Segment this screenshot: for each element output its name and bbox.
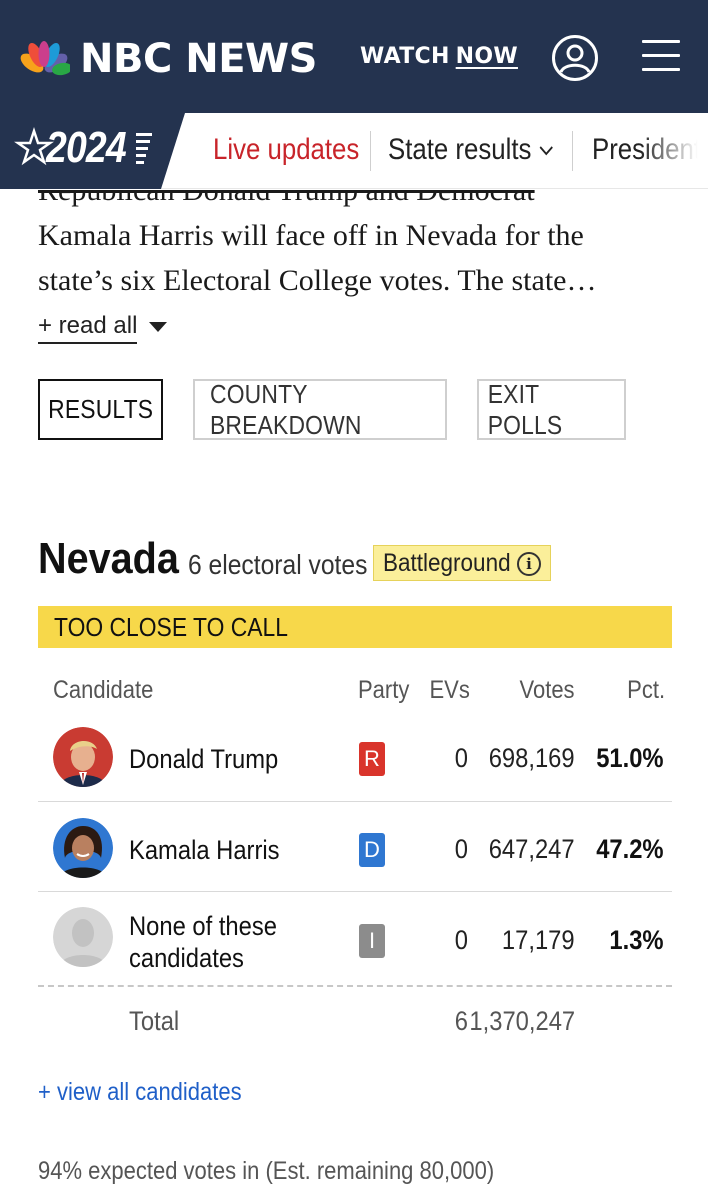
votes-value: 647,247 xyxy=(489,834,575,864)
user-circle-icon[interactable] xyxy=(551,34,599,82)
watch-now-label: NOW xyxy=(455,44,518,69)
expected-votes-note: 94% expected votes in (Est. remaining 80… xyxy=(38,1157,556,1186)
candidate-name-line1: None of these xyxy=(129,911,277,941)
state-name: Nevada xyxy=(38,534,179,583)
info-icon[interactable]: i xyxy=(517,552,541,576)
evs-value: 0 xyxy=(454,925,468,955)
view-all-label: + view all candidates xyxy=(38,1078,242,1106)
hamburger-menu-icon[interactable] xyxy=(642,40,680,72)
nav-separator xyxy=(370,131,371,171)
header-pct-label: Pct. xyxy=(627,676,665,704)
candidate-evs: 0 xyxy=(420,925,468,956)
chevron-down-icon xyxy=(539,146,553,156)
tab-results[interactable]: RESULTS xyxy=(38,379,163,440)
pct-value: 51.0% xyxy=(596,743,664,773)
tab-county-breakdown[interactable]: COUNTY BREAKDOWN xyxy=(193,379,447,440)
candidate-name-label: Kamala Harris xyxy=(129,835,280,865)
nav-state-results-label: State results xyxy=(388,133,532,166)
votes-value: 17,179 xyxy=(502,925,575,955)
party-badge-democrat: D xyxy=(359,833,385,867)
read-all-link[interactable]: + read all xyxy=(38,312,168,344)
intro-line-1: Republican Donald Trump and Democrat xyxy=(38,190,535,207)
watch-label: WATCH xyxy=(360,44,450,69)
read-all-label: + read all xyxy=(38,312,138,344)
expected-votes-label: 94% expected votes in (Est. remaining 80… xyxy=(38,1157,495,1185)
peacock-icon xyxy=(20,41,70,76)
electoral-votes: 6 electoral votes xyxy=(188,549,368,580)
nav-state-results[interactable]: State results xyxy=(388,133,554,167)
total-label: Total xyxy=(129,1006,186,1037)
tab-exit-polls[interactable]: EXIT POLLS xyxy=(477,379,626,440)
header-candidate-label: Candidate xyxy=(53,676,154,704)
candidate-votes: 647,247 xyxy=(470,834,575,865)
race-status-banner: TOO CLOSE TO CALL xyxy=(38,606,672,648)
header-votes: Votes xyxy=(480,676,575,705)
party-badge-republican: R xyxy=(359,742,385,776)
tab-exit-polls-label: EXIT POLLS xyxy=(487,378,563,440)
header-evs-label: EVs xyxy=(429,676,470,704)
candidate-name-line2: candidates xyxy=(129,943,244,973)
candidate-votes: 698,169 xyxy=(470,743,575,774)
nav-fade xyxy=(640,114,708,188)
total-votes-value: 1,370,247 xyxy=(469,1006,575,1036)
header-party-label: Party xyxy=(358,676,410,704)
evs-value: 0 xyxy=(454,834,468,864)
evs-value: 0 xyxy=(454,743,468,773)
caret-down-icon xyxy=(149,321,168,332)
candidate-avatar-trump xyxy=(53,727,113,787)
candidate-name: Kamala Harris xyxy=(129,834,300,866)
candidate-pct: 47.2% xyxy=(580,834,664,865)
race-status-label: TOO CLOSE TO CALL xyxy=(54,611,288,642)
candidate-pct: 51.0% xyxy=(580,743,664,774)
candidate-name-label: Donald Trump xyxy=(129,744,279,774)
votes-value: 698,169 xyxy=(489,743,575,773)
candidate-evs: 0 xyxy=(420,834,468,865)
tab-county-breakdown-label: COUNTY BREAKDOWN xyxy=(210,378,362,440)
battleground-badge[interactable]: Battleground i xyxy=(373,545,551,581)
nav-separator xyxy=(572,131,573,171)
candidate-evs: 0 xyxy=(420,743,468,774)
article-intro: Republican Donald Trump and Democrat Kam… xyxy=(38,190,678,300)
candidate-pct: 1.3% xyxy=(580,925,664,956)
badge-year: 2024 xyxy=(46,123,127,172)
header-evs: EVs xyxy=(420,676,470,705)
candidate-name: Donald Trump xyxy=(129,743,299,775)
header-candidate: Candidate xyxy=(53,676,167,705)
nbc-news-logo[interactable]: NBC NEWS xyxy=(18,36,317,82)
total-label-text: Total xyxy=(129,1006,180,1036)
battleground-label: Battleground xyxy=(383,548,511,577)
candidate-avatar-harris xyxy=(53,818,113,878)
header-votes-label: Votes xyxy=(519,676,575,704)
intro-line-2: Kamala Harris will face off in Nevada fo… xyxy=(38,219,584,252)
header-party: Party xyxy=(358,676,416,705)
view-all-candidates-link[interactable]: + view all candidates xyxy=(38,1078,269,1107)
pct-value: 1.3% xyxy=(609,925,664,955)
watch-now-link[interactable]: WATCH NOW xyxy=(360,44,518,69)
header-pct: Pct. xyxy=(585,676,665,705)
total-divider xyxy=(38,985,672,987)
total-votes: 1,370,247 xyxy=(450,1006,575,1037)
brand-name: NBC NEWS xyxy=(80,36,317,82)
party-badge-independent: I xyxy=(359,924,385,958)
intro-line-3: state’s six Electoral College votes. The… xyxy=(38,264,597,297)
candidate-votes: 17,179 xyxy=(470,925,575,956)
nav-live-updates[interactable]: Live updates xyxy=(213,133,359,167)
candidate-name: None of these candidates xyxy=(129,910,297,974)
placeholder-avatar-icon xyxy=(53,907,113,967)
pct-value: 47.2% xyxy=(596,834,664,864)
tab-results-label: RESULTS xyxy=(47,394,154,424)
